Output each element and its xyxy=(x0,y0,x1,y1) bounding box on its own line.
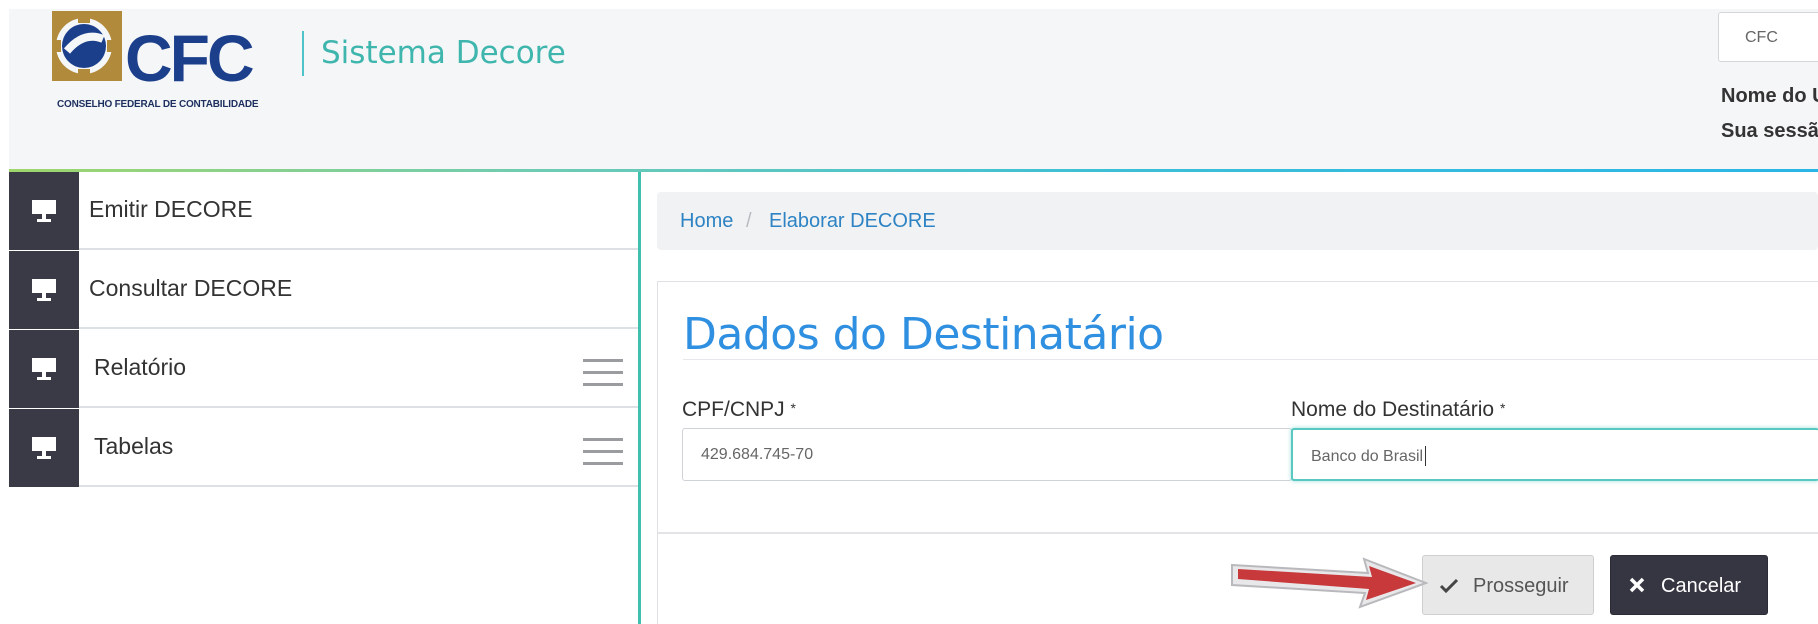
logo-subtitle: CONSELHO FEDERAL DE CONTABILIDADE xyxy=(57,99,259,110)
text-caret xyxy=(1425,446,1427,466)
sidebar-item-emitir-decore[interactable]: Emitir DECORE xyxy=(9,172,639,250)
checkmark-icon xyxy=(1439,578,1459,594)
close-icon xyxy=(1629,577,1645,593)
user-name-text: Nome do U xyxy=(1721,85,1818,107)
sidebar-item-consultar-decore[interactable]: Consultar DECORE xyxy=(9,251,639,329)
svg-text:CFC: CFC xyxy=(125,21,253,95)
page-title: Dados do Destinatário xyxy=(683,309,1164,360)
recipient-name-label-text: Nome do Destinatário xyxy=(1291,398,1495,421)
recipient-name-label: Nome do Destinatário * xyxy=(1291,398,1505,422)
monitor-icon xyxy=(9,172,79,250)
cancel-button[interactable]: Cancelar xyxy=(1610,555,1768,615)
hamburger-menu-icon[interactable] xyxy=(583,436,623,466)
cpf-cnpj-value: 429.684.745-70 xyxy=(701,446,814,463)
monitor-icon xyxy=(9,330,79,408)
form-footer-divider xyxy=(658,532,1818,534)
cfc-logo[interactable]: CFC CONSELHO FEDERAL DE CONTABILIDADE xyxy=(47,11,297,121)
recipient-name-input[interactable]: Banco do Brasil xyxy=(1291,428,1818,481)
cpf-cnpj-label-text: CPF/CNPJ xyxy=(682,398,785,421)
header: CFC CONSELHO FEDERAL DE CONTABILIDADE Si… xyxy=(9,9,1818,169)
recipient-name-value: Banco do Brasil xyxy=(1311,448,1424,466)
breadcrumb-home-link[interactable]: Home xyxy=(680,210,733,233)
monitor-icon xyxy=(9,409,79,487)
cpf-cnpj-label: CPF/CNPJ * xyxy=(682,398,796,422)
sidebar-item-label: Consultar DECORE xyxy=(89,275,293,301)
required-mark: * xyxy=(1499,400,1506,416)
hamburger-menu-icon[interactable] xyxy=(583,357,623,387)
required-mark: * xyxy=(790,400,796,416)
logo-divider xyxy=(302,31,304,76)
monitor-icon xyxy=(9,251,79,329)
sidebar-item-tabelas[interactable]: Tabelas xyxy=(9,409,639,487)
cancel-button-label: Cancelar xyxy=(1661,575,1742,597)
annotation-arrow-icon xyxy=(1231,557,1428,609)
continue-button[interactable]: Prosseguir xyxy=(1422,555,1594,615)
title-divider xyxy=(683,359,1818,360)
sidebar-item-label: Relatório xyxy=(94,354,187,380)
sidebar-item-relatorio[interactable]: Relatório xyxy=(9,330,639,408)
sidebar-item-label: Tabelas xyxy=(94,433,174,459)
organization-select[interactable]: CFC xyxy=(1718,12,1818,62)
continue-button-label: Prosseguir xyxy=(1473,575,1569,597)
session-text: Sua sessão xyxy=(1721,120,1818,142)
sidebar-border xyxy=(638,172,641,624)
breadcrumb-separator: / xyxy=(746,210,752,232)
sidebar: Emitir DECORE Consultar DECORE Relatório… xyxy=(9,172,639,624)
cpf-cnpj-input[interactable]: 429.684.745-70 xyxy=(682,428,1292,481)
breadcrumb: Home / Elaborar DECORE xyxy=(657,192,1818,250)
sidebar-item-label: Emitir DECORE xyxy=(89,196,253,222)
breadcrumb-current[interactable]: Elaborar DECORE xyxy=(769,210,936,233)
app-title: Sistema Decore xyxy=(321,35,566,71)
